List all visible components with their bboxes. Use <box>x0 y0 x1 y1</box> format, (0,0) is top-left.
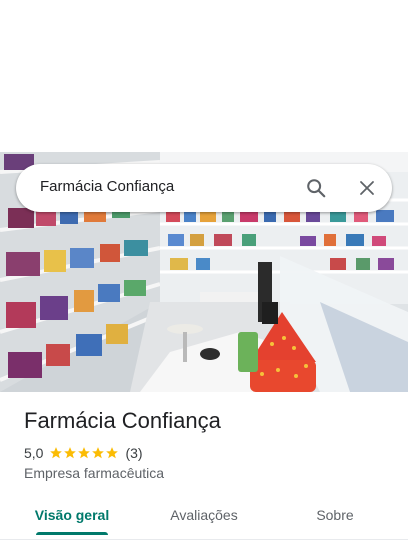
review-count[interactable]: (3) <box>125 445 142 461</box>
star-icon <box>50 447 63 459</box>
search-query-text[interactable]: Farmácia Confiança <box>40 178 174 195</box>
tab-overview[interactable]: Visão geral <box>20 495 124 535</box>
star-icon <box>64 447 77 459</box>
place-category: Empresa farmacêutica <box>24 465 165 481</box>
place-tabs: Visão geral Avaliações Sobre <box>0 495 408 535</box>
search-button[interactable] <box>302 174 330 202</box>
rating-value: 5,0 <box>24 445 44 461</box>
search-icon <box>307 179 326 198</box>
place-title: Farmácia Confiança <box>24 408 221 433</box>
close-icon <box>360 181 374 195</box>
blank-header-area <box>0 0 408 152</box>
search-bar[interactable]: Farmácia Confiança <box>16 164 392 212</box>
tab-about[interactable]: Sobre <box>290 495 380 535</box>
clear-search-button[interactable] <box>353 174 381 202</box>
active-tab-indicator <box>36 532 108 535</box>
star-icon <box>92 447 105 459</box>
tabs-divider <box>0 539 408 540</box>
star-icon <box>78 447 91 459</box>
rating-stars <box>49 446 119 460</box>
star-icon <box>106 447 119 459</box>
rating-row[interactable]: 5,0 (3) <box>24 444 143 462</box>
tab-reviews[interactable]: Avaliações <box>150 495 258 535</box>
